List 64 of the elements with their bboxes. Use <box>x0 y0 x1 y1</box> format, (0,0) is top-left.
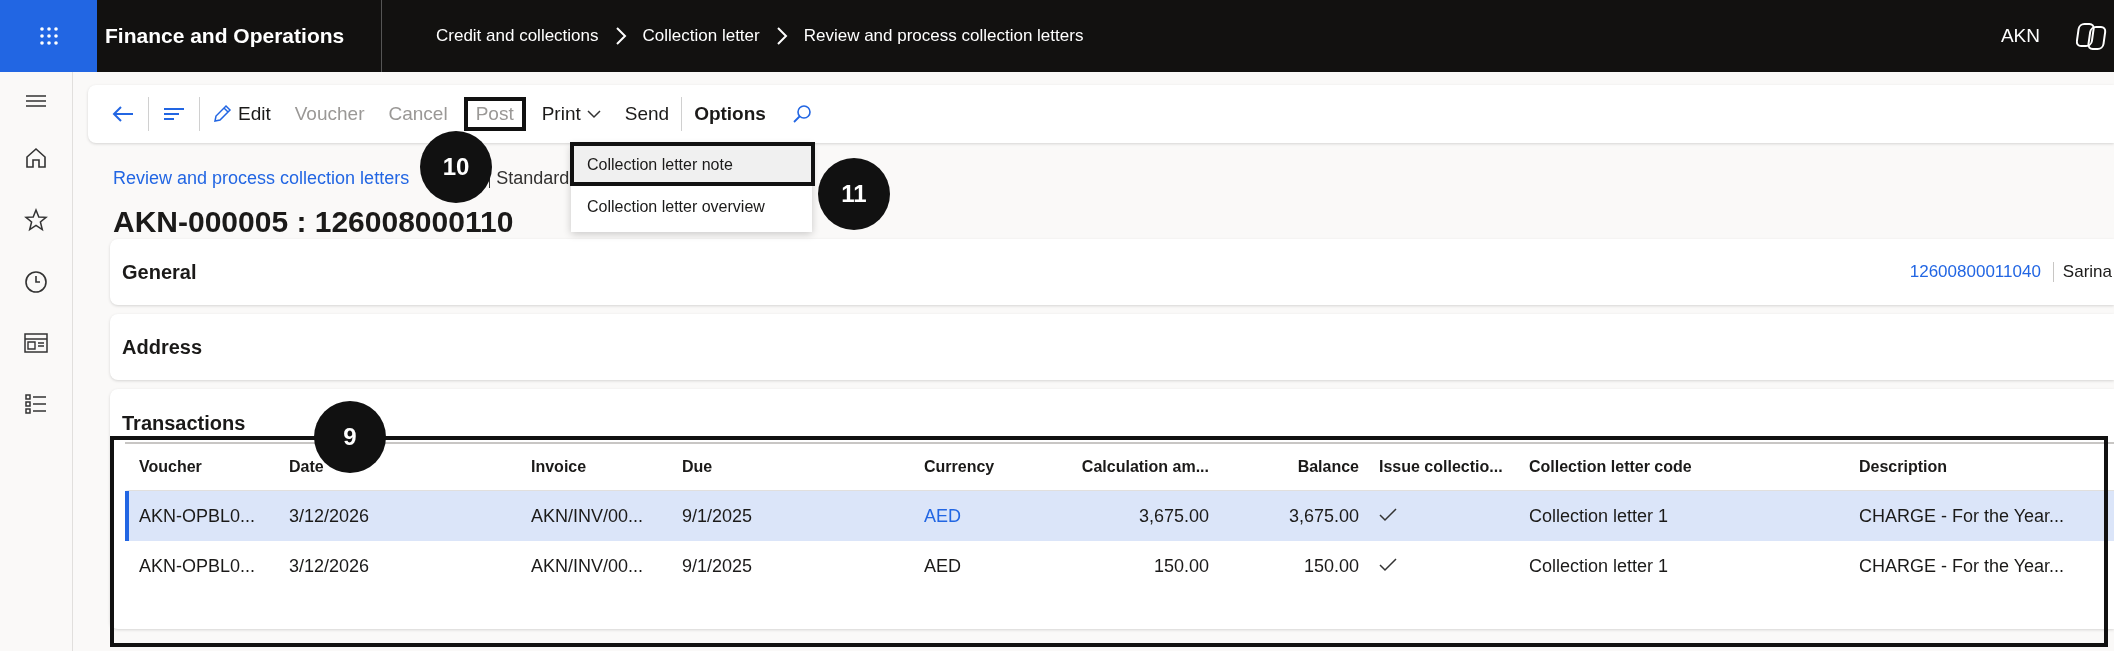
section-title: Transactions <box>121 411 247 434</box>
back-arrow-icon <box>112 105 134 123</box>
column-header[interactable]: Issue collectio... <box>1369 458 1519 476</box>
breadcrumb-link[interactable]: Collection letter <box>642 26 760 46</box>
list-icon[interactable] <box>24 392 48 416</box>
column-header[interactable]: Calculation am... <box>1054 458 1219 476</box>
menu-item[interactable]: Collection letter overview <box>571 186 812 228</box>
table-row[interactable]: AKN-OPBL0... 3/12/2026 AKN/INV/00... 9/1/2025 AED 150.00 150.00 Collection letter 1 CHARGE - For the Year... <box>125 541 2114 591</box>
column-header[interactable]: Balance <box>1219 458 1369 476</box>
page-title: AKN-000005 : 126008000110 <box>113 204 514 239</box>
summary-link[interactable]: 12600800011040 <box>1909 262 2054 282</box>
section-card[interactable]: Address <box>110 314 2114 380</box>
table-cell: CHARGE - For the Year... <box>1859 555 2065 576</box>
section-card[interactable]: General 12600800011040 Sarina <box>110 239 2114 305</box>
chevron-icon <box>775 26 788 46</box>
home-icon[interactable] <box>24 146 48 170</box>
toolbar-button[interactable]: Edit <box>199 97 283 131</box>
table-cell: CHARGE - For the Year... <box>1859 505 2065 526</box>
table-cell: Collection letter 1 <box>1529 505 1669 526</box>
page-link[interactable]: Review and process collection letters <box>113 167 410 189</box>
app-title: Finance and Operations <box>97 0 382 72</box>
column-header[interactable]: Description <box>1849 458 2104 476</box>
breadcrumb-link[interactable]: Review and process collection letters <box>803 26 1084 46</box>
column-header[interactable]: Due <box>672 458 914 476</box>
table-cell: 150.00 <box>1303 555 1359 576</box>
section-title: General <box>122 260 198 284</box>
table-cell: 9/1/2025 <box>682 555 753 576</box>
table-cell: AED <box>924 505 961 526</box>
star-icon[interactable] <box>24 208 48 232</box>
table-row[interactable]: AKN-OPBL0... 3/12/2026 AKN/INV/00... 9/1/2025 AED 3,675.00 3,675.00 Collection letter 1 CHARGE - For the Year... <box>125 491 2114 541</box>
column-header[interactable]: Voucher <box>129 458 279 476</box>
workspace-icon[interactable] <box>24 332 48 354</box>
table-cell: AKN/INV/00... <box>531 555 644 576</box>
menu-icon[interactable] <box>25 94 47 108</box>
table-cell: AED <box>924 555 961 576</box>
table-cell: Collection letter 1 <box>1529 555 1669 576</box>
toolbar-button[interactable]: Send <box>612 97 682 131</box>
table-cell: AKN-OPBL0... <box>139 555 256 576</box>
column-header[interactable]: Collection letter code <box>1519 458 1849 476</box>
section-title: Address <box>122 335 204 359</box>
clock-icon[interactable] <box>24 270 48 294</box>
column-header[interactable]: Currency <box>914 458 1054 476</box>
lines-icon <box>163 107 185 121</box>
step-badge: 11 <box>818 158 890 230</box>
chevron-icon <box>614 26 627 46</box>
waffle-icon <box>38 26 59 46</box>
table-cell: AKN/INV/00... <box>531 505 644 526</box>
table-cell: 3/12/2026 <box>289 555 370 576</box>
table-cell: 3,675.00 <box>1288 505 1359 526</box>
print-dropdown-button[interactable]: Print <box>529 97 613 131</box>
summary-text: Sarina <box>2061 262 2113 282</box>
table-cell: 3,675.00 <box>1138 505 1209 526</box>
breadcrumb-link[interactable]: Credit and collections <box>436 26 599 46</box>
table-cell: 150.00 <box>1153 555 1209 576</box>
user-initials[interactable]: AKN <box>2000 25 2040 47</box>
toolbar-button[interactable]: Options <box>681 97 778 131</box>
search-icon <box>791 104 812 124</box>
pencil-icon <box>212 104 232 124</box>
caret-icon <box>586 109 601 119</box>
table-cell: 3/12/2026 <box>289 505 370 526</box>
column-header[interactable]: Invoice <box>521 458 672 476</box>
table-cell: AKN-OPBL0... <box>139 505 256 526</box>
step-badge: 10 <box>420 131 492 203</box>
table-cell: 9/1/2025 <box>682 505 753 526</box>
